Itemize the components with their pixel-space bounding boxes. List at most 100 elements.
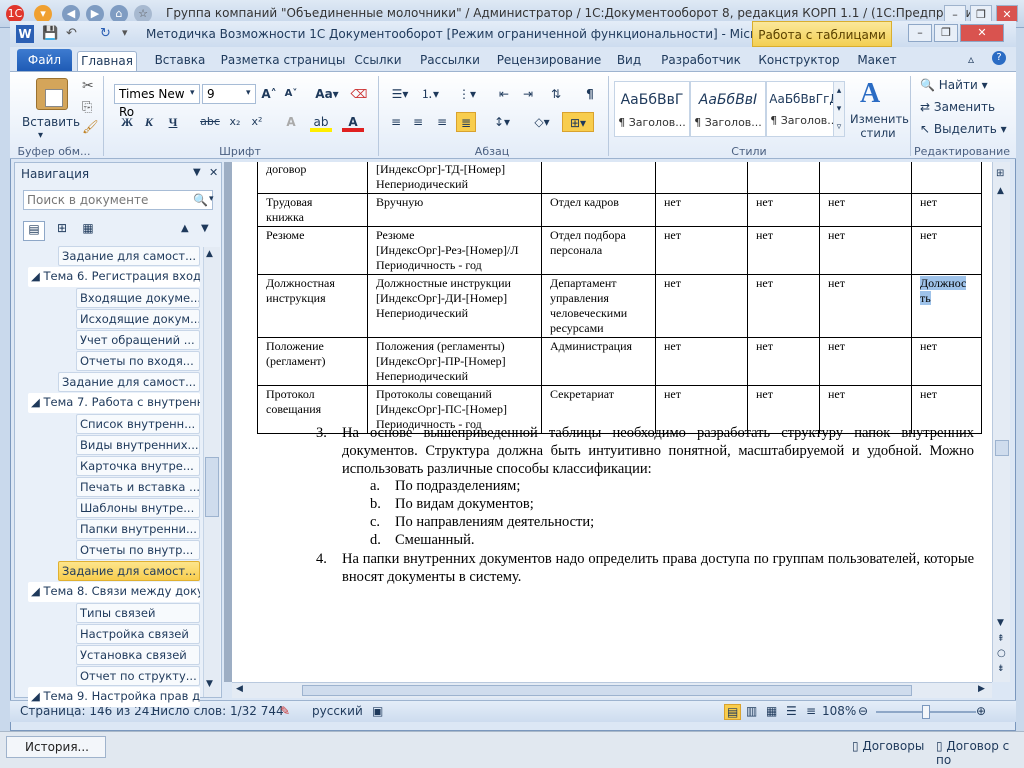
open-window-dogovory[interactable]: ▯ Договоры	[852, 739, 924, 753]
open-window-dogovor[interactable]: ▯ Договор с по	[936, 739, 1024, 767]
collapse-icon[interactable]: ◢	[31, 689, 44, 703]
table-cell[interactable]: Вручную	[367, 193, 542, 227]
paste-dropdown-icon[interactable]: ▾	[38, 130, 43, 141]
save-icon[interactable]: 💾	[42, 26, 58, 41]
table-cell[interactable]: нет	[655, 226, 748, 275]
grow-font-icon[interactable]: A˄	[260, 84, 278, 104]
scroll-left-icon[interactable]: ◀	[236, 684, 243, 694]
nav-item[interactable]: Исходящие докум...	[76, 309, 200, 329]
table-cell[interactable]: нет	[747, 274, 820, 338]
table-cell[interactable]: нет	[819, 337, 912, 386]
zoom-level[interactable]: 108%	[822, 704, 856, 718]
table-cell[interactable]: Положения (регламенты) [ИндексОрг]-ПР-[Но…	[367, 337, 542, 386]
align-right-icon[interactable]: ≡	[432, 112, 452, 132]
zoom-in-icon[interactable]: ⊕	[976, 704, 986, 718]
ruler-toggle-icon[interactable]: ⊞	[996, 168, 1004, 179]
print-layout-icon[interactable]: ▤	[724, 704, 742, 720]
subscript-icon[interactable]: x₂	[226, 112, 244, 132]
nav-search-input[interactable]: Поиск в документе	[23, 190, 213, 210]
table-cell[interactable]: нет	[911, 193, 982, 227]
underline-icon[interactable]: Ч	[164, 112, 182, 132]
nav-close-icon[interactable]: ✕	[209, 166, 218, 179]
table-cell[interactable]: Положение (регламент)	[257, 337, 368, 386]
tab-references[interactable]: Ссылки	[350, 51, 406, 71]
table-cell[interactable]: нет	[911, 226, 982, 275]
increase-indent-icon[interactable]: ⇥	[518, 84, 538, 104]
table-cell[interactable]: Должностная инструкция	[257, 274, 368, 338]
table-cell[interactable]: Отдел кадров	[541, 193, 656, 227]
justify-icon[interactable]: ≣	[456, 112, 476, 132]
font-name-dropdown-icon[interactable]: ▾	[190, 88, 195, 98]
nav-item[interactable]: ◢ Тема 8. Связи между доку...	[28, 582, 200, 602]
scroll-right-icon[interactable]: ▶	[978, 684, 985, 694]
nav-item[interactable]: Отчеты по внутр...	[76, 540, 200, 560]
cut-icon[interactable]: ✂	[82, 78, 94, 94]
tab-developer[interactable]: Разработчик	[658, 51, 744, 71]
superscript-icon[interactable]: x²	[248, 112, 266, 132]
quick-access-menu-icon[interactable]: ▾	[122, 26, 128, 39]
show-marks-icon[interactable]: ¶	[580, 84, 600, 104]
nav-previous-icon[interactable]: ▲	[181, 223, 189, 234]
shrink-font-icon[interactable]: A˅	[282, 84, 300, 104]
outline-icon[interactable]: ☰	[786, 704, 797, 718]
nav-item[interactable]: Папки внутренни...	[76, 519, 200, 539]
history-button[interactable]: История...	[6, 736, 106, 758]
nav-scroll-thumb[interactable]	[205, 457, 219, 517]
nav-item[interactable]: Учет обращений ...	[76, 330, 200, 350]
style-heading-2[interactable]: АаБбВвІ ¶ Заголов...	[690, 81, 766, 137]
onec-close-button[interactable]: ✕	[996, 5, 1018, 22]
tab-file[interactable]: Файл	[17, 49, 72, 71]
table-cell[interactable]: нет	[747, 337, 820, 386]
paste-button[interactable]: Вставить	[22, 112, 80, 132]
search-icon[interactable]: 🔍	[193, 193, 208, 207]
nav-pages-view-icon[interactable]: ⊞	[51, 221, 73, 241]
italic-icon[interactable]: К	[140, 112, 158, 132]
table-cell[interactable]: нет	[819, 226, 912, 275]
bullets-icon[interactable]: ☰▾	[388, 84, 412, 104]
tab-home[interactable]: Главная	[77, 51, 137, 71]
borders-icon[interactable]: ⊞▾	[562, 112, 594, 132]
nav-headings-view-icon[interactable]: ▤	[23, 221, 45, 241]
web-layout-icon[interactable]: ▦	[766, 704, 777, 718]
tab-table-design[interactable]: Конструктор	[756, 51, 842, 71]
table-cell[interactable]: Трудовая книжка	[257, 193, 368, 227]
styles-scroll[interactable]: ▴ ▾ ▿	[833, 81, 845, 137]
table-cell[interactable]	[541, 162, 656, 194]
table-cell[interactable]: нет	[747, 193, 820, 227]
word-logo-icon[interactable]: W	[16, 25, 34, 43]
scroll-up-icon[interactable]: ▲	[206, 249, 213, 259]
nav-item[interactable]: Установка связей	[76, 645, 200, 665]
nav-next-icon[interactable]: ▼	[201, 223, 209, 234]
bold-icon[interactable]: Ж	[118, 112, 136, 132]
horizontal-scroll-thumb[interactable]	[302, 685, 912, 696]
document-scroll-thumb[interactable]	[995, 440, 1009, 456]
select-button[interactable]: ↖ Выделить ▾	[920, 122, 1007, 136]
word-close-button[interactable]: ✕	[960, 24, 1004, 42]
change-styles-button[interactable]: Изменить стили	[850, 112, 909, 140]
style-heading-3[interactable]: АаБбВвГгД ¶ Заголов...	[766, 81, 842, 137]
nav-item[interactable]: Типы связей	[76, 603, 200, 623]
minimize-ribbon-icon[interactable]: ▵	[968, 52, 974, 66]
nav-item[interactable]: Задание для самост...	[58, 561, 200, 581]
scroll-up-icon[interactable]: ▲	[997, 186, 1004, 196]
word-minimize-button[interactable]: –	[908, 24, 932, 42]
line-spacing-icon[interactable]: ↕▾	[490, 112, 514, 132]
macro-recording-icon[interactable]: ▣	[372, 704, 383, 718]
nav-item[interactable]: ◢ Тема 6. Регистрация входя...	[28, 267, 200, 287]
nav-item[interactable]: Настройка связей	[76, 624, 200, 644]
strikethrough-icon[interactable]: abc	[198, 112, 222, 132]
change-case-icon[interactable]: Aa▾	[314, 84, 340, 104]
table-cell[interactable]: Департамент управления человеческими ресурс…	[541, 274, 656, 338]
nav-scrollbar[interactable]: ▲ ▼	[203, 247, 220, 697]
nav-item[interactable]: ◢ Тема 9. Настройка прав до...	[28, 687, 200, 707]
tab-view[interactable]: Вид	[612, 51, 646, 71]
paste-icon[interactable]	[36, 78, 68, 110]
nav-item[interactable]: Отчет по структу...	[76, 666, 200, 686]
nav-item[interactable]: Входящие докуме...	[76, 288, 200, 308]
clear-formatting-icon[interactable]: ⌫	[350, 84, 368, 104]
table-cell[interactable]: нет	[655, 193, 748, 227]
language[interactable]: русский	[312, 704, 363, 718]
nav-item[interactable]: Виды внутренних...	[76, 435, 200, 455]
table-cell[interactable]: нет	[911, 337, 982, 386]
full-screen-icon[interactable]: ▥	[746, 704, 757, 718]
